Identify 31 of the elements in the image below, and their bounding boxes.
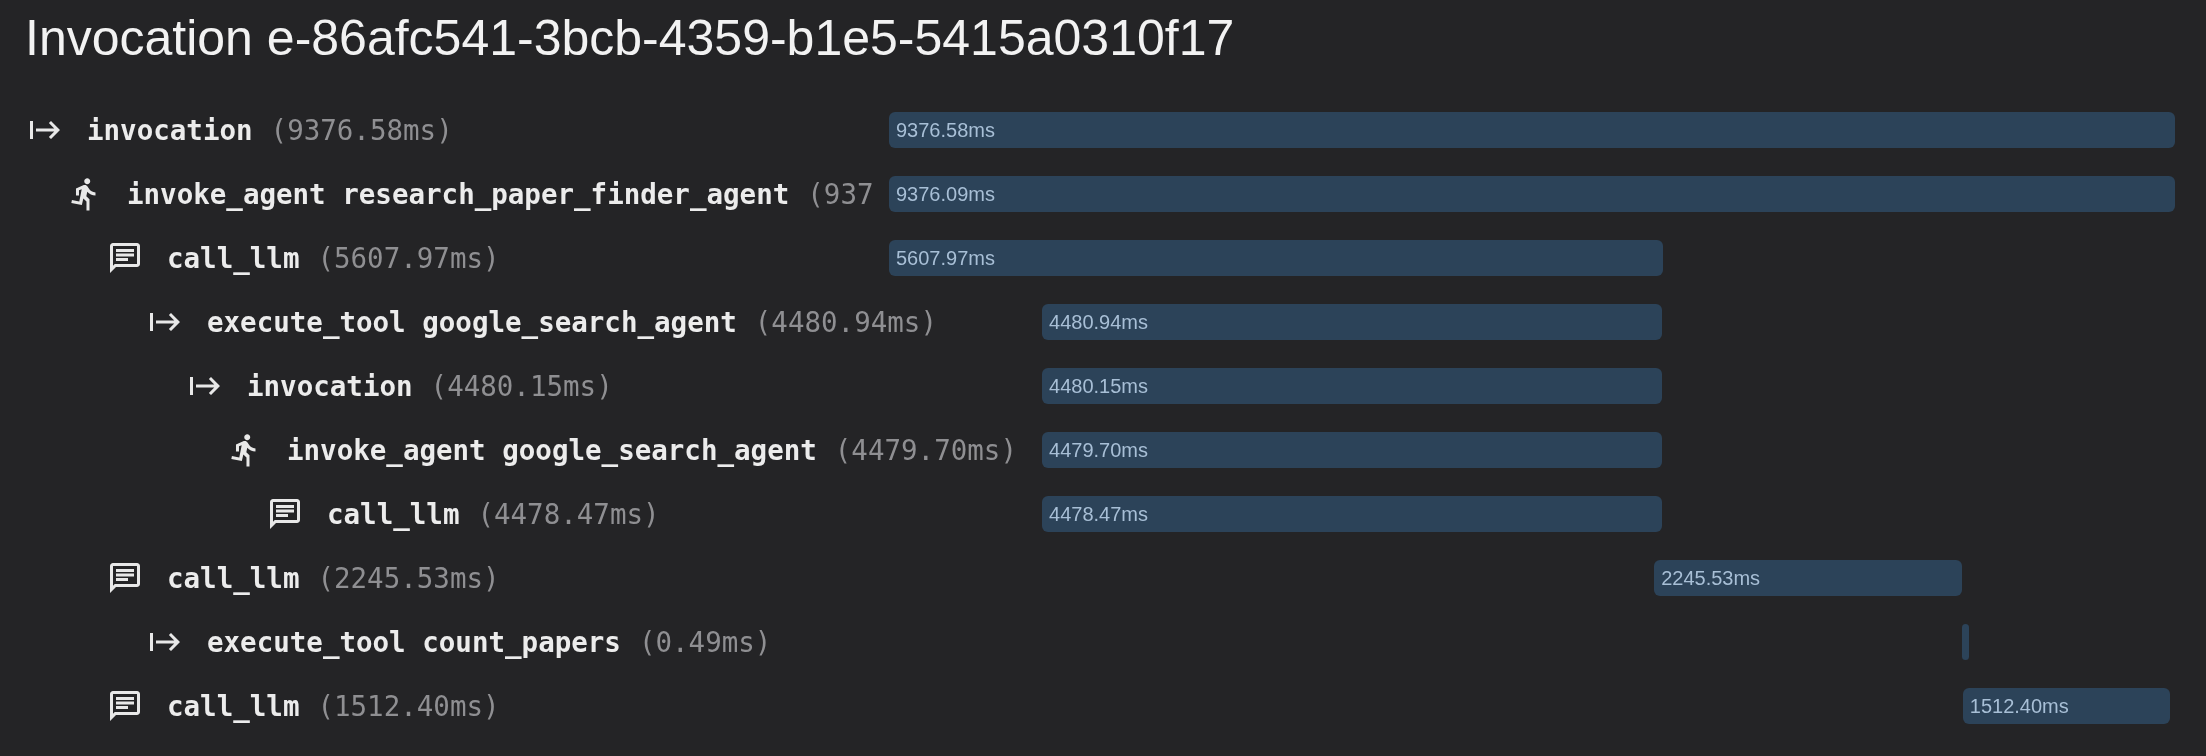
span-name: invoke_agent google_search_agent xyxy=(287,434,817,466)
bar-label: 9376.58ms xyxy=(896,118,995,142)
span-name: invocation xyxy=(87,114,253,146)
span-duration: (9376.58ms) xyxy=(270,114,453,146)
bar-label: 5607.97ms xyxy=(896,246,995,270)
span-duration: (0.49ms) xyxy=(638,626,772,658)
span-name: call_llm xyxy=(167,562,300,594)
span-name: execute_tool google_search_agent xyxy=(207,306,737,338)
span-name: execute_tool count_papers xyxy=(207,626,621,658)
bar-label: 1512.40ms xyxy=(1969,694,2069,718)
page-title: Invocation e-86afc541-3bcb-4359-b1e5-5415a0310f17 xyxy=(25,10,1235,66)
span-name: call_llm xyxy=(327,498,460,530)
bar-label: 4479.70ms xyxy=(1049,438,1148,462)
span-duration: (1512.40ms) xyxy=(317,690,500,722)
span-duration: (4479.70ms) xyxy=(834,434,1017,466)
span-duration: (937 xyxy=(807,178,874,210)
bar-label: 4480.94ms xyxy=(1049,310,1148,334)
timeline-bar xyxy=(1961,624,1969,660)
span-name: call_llm xyxy=(167,690,300,722)
span-duration: (5607.97ms) xyxy=(317,242,500,274)
span-duration: (4478.47ms) xyxy=(477,498,660,530)
span-duration: (2245.53ms) xyxy=(317,562,500,594)
span-duration: (4480.15ms) xyxy=(430,370,613,402)
span-duration: (4480.94ms) xyxy=(754,306,937,338)
bar-label: 9376.09ms xyxy=(896,182,995,206)
span-name: call_llm xyxy=(167,242,300,274)
span-name: invoke_agent research_paper_finder_agent xyxy=(127,178,790,210)
span-name: invocation xyxy=(247,370,413,402)
bar-label: 4480.15ms xyxy=(1049,374,1148,398)
bar-label: 4478.47ms xyxy=(1049,502,1148,526)
bar-label: 2245.53ms xyxy=(1661,566,1761,590)
